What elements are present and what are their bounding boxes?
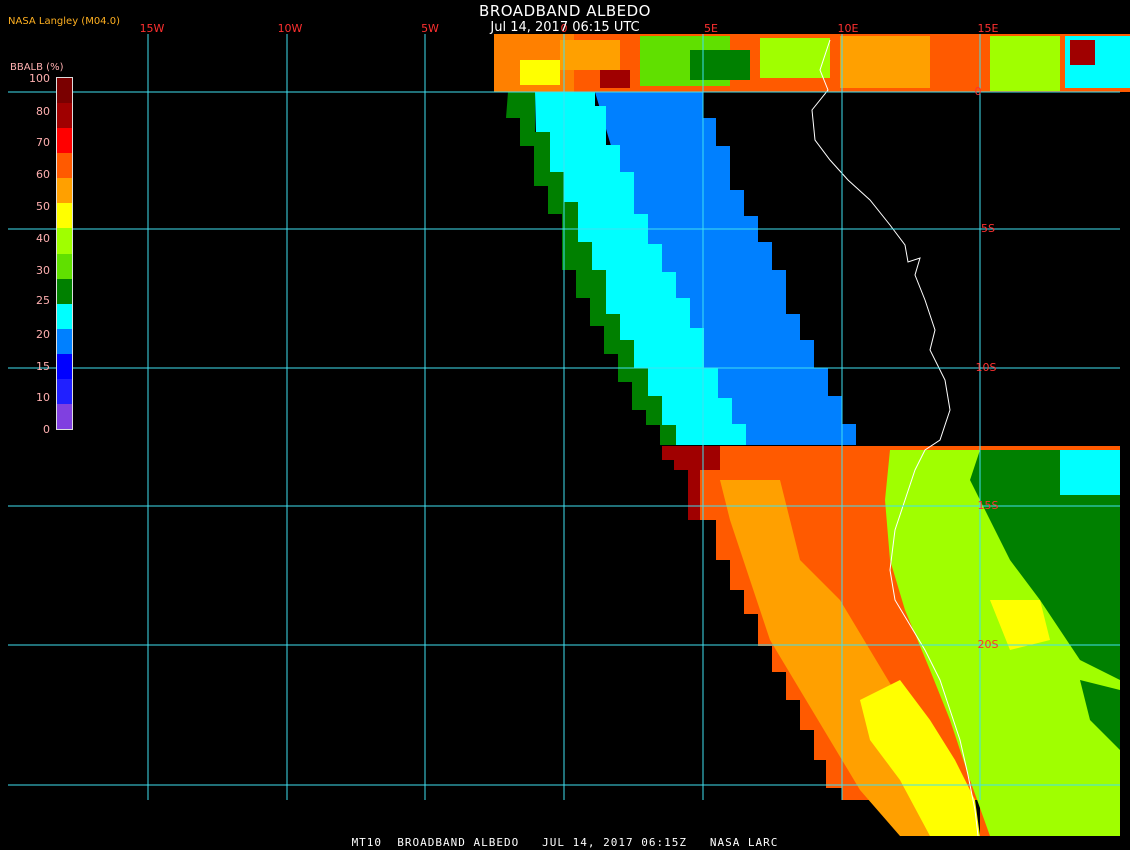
legend-swatch [57, 128, 72, 154]
legend-tick-label: 40 [36, 232, 50, 245]
legend-swatch [57, 353, 72, 379]
lat-label: 15S [978, 499, 999, 512]
legend-swatch [57, 228, 72, 254]
legend-swatch [57, 328, 72, 354]
legend-swatch [57, 404, 72, 430]
legend-swatch [57, 203, 72, 229]
lat-label: 0 [975, 85, 982, 98]
legend-swatch [57, 303, 72, 329]
south-region [662, 446, 1120, 836]
footer-caption: MT10 BROADBAND ALBEDO JUL 14, 2017 06:15… [351, 836, 779, 849]
legend-swatch [57, 103, 72, 129]
lat-label: 5S [981, 222, 995, 235]
color-legend [56, 77, 73, 430]
albedo-map: 15W 10W 5W 0 5E 10E 15E 0 5S 10S 15S 20S [8, 22, 1130, 837]
legend-tick-label: 0 [43, 423, 50, 436]
map-timestamp: Jul 14, 2017 06:15 UTC [490, 20, 640, 35]
legend-swatch [57, 178, 72, 204]
legend-swatch [57, 253, 72, 279]
legend-swatch [57, 278, 72, 304]
lat-label: 10S [976, 361, 997, 374]
legend-tick-label: 25 [36, 294, 50, 307]
lat-label: 20S [978, 638, 999, 651]
legend-tick-label: 50 [36, 200, 50, 213]
legend-tick-label: 20 [36, 328, 50, 341]
legend-tick-label: 70 [36, 136, 50, 149]
producer-label: NASA Langley (M04.0) [8, 16, 120, 27]
legend-tick-label: 15 [36, 360, 50, 373]
north-strip [494, 34, 1130, 92]
legend-tick-label: 80 [36, 105, 50, 118]
legend-swatch [57, 378, 72, 405]
legend-tick-label: 30 [36, 264, 50, 277]
ocean-swath [506, 92, 856, 445]
map-title: BROADBAND ALBEDO [479, 2, 651, 20]
legend-swatch [57, 78, 72, 104]
legend-tick-label: 10 [36, 391, 50, 404]
legend-tick-label: 100 [29, 72, 50, 85]
legend-swatch [57, 153, 72, 179]
legend-tick-label: 60 [36, 168, 50, 181]
